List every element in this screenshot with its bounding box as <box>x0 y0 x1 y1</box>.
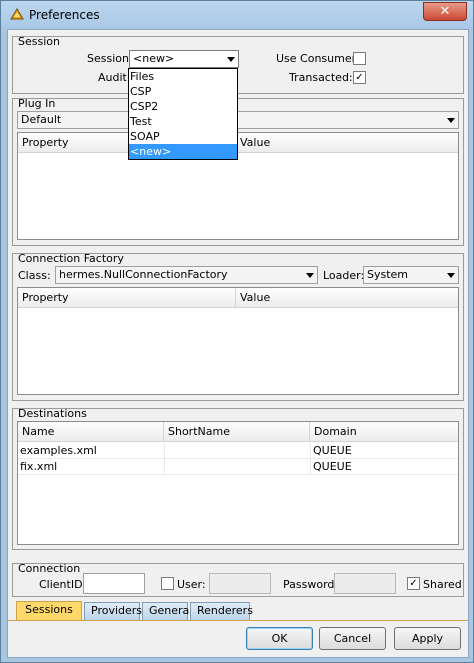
table-header: Name ShortName Domain <box>18 422 458 442</box>
preferences-window: Preferences ✕ Session Session: <new> Use… <box>0 0 474 663</box>
tab-sessions[interactable]: Sessions <box>16 601 82 620</box>
ok-button[interactable]: OK <box>246 627 313 650</box>
session-label: Session: <box>87 52 133 65</box>
dropdown-option[interactable]: Test <box>129 114 237 129</box>
window-title: Preferences <box>29 8 100 22</box>
plugin-combo-value: Default <box>21 113 62 126</box>
session-combo-value: <new> <box>133 52 175 65</box>
app-icon <box>10 8 24 20</box>
transacted-checkbox[interactable]: ✓ <box>353 71 366 84</box>
user-checkbox[interactable] <box>161 577 174 590</box>
plugin-combo[interactable]: Default <box>17 111 459 129</box>
cell-domain: QUEUE <box>310 443 458 459</box>
user-label: User: <box>177 578 206 591</box>
title-bar[interactable]: Preferences ✕ <box>1 1 473 29</box>
dropdown-option[interactable]: CSP2 <box>129 99 237 114</box>
shared-checkbox[interactable]: ✓ <box>407 577 420 590</box>
loader-label: Loader: <box>323 269 365 282</box>
cell-shortname <box>164 459 310 475</box>
check-icon: ✓ <box>355 72 364 83</box>
session-group-label: Session <box>18 35 60 48</box>
connection-group: Connection ClientID: User: Password: ✓ S… <box>12 562 464 597</box>
session-group: Session Session: <new> Use Consumer: Aud… <box>12 35 464 94</box>
table-header: Property Value <box>18 288 458 308</box>
destinations-group-label: Destinations <box>18 407 87 420</box>
class-label: Class: <box>18 269 51 282</box>
column-header-value[interactable]: Value <box>236 288 458 308</box>
loader-combo-value: System <box>367 268 409 281</box>
connection-group-label: Connection <box>18 562 81 575</box>
cell-domain: QUEUE <box>310 459 458 475</box>
cell-name: fix.xml <box>20 460 58 473</box>
password-input[interactable] <box>334 573 396 594</box>
table-row[interactable]: examples.xml QUEUE <box>18 443 458 459</box>
close-button[interactable]: ✕ <box>423 2 467 21</box>
user-input[interactable] <box>209 573 271 594</box>
connection-factory-property-table: Property Value <box>17 287 459 395</box>
session-combo[interactable]: <new> <box>129 50 239 68</box>
transacted-label: Transacted: <box>289 71 353 84</box>
tab-providers[interactable]: Providers <box>84 602 142 620</box>
apply-button[interactable]: Apply <box>394 627 461 650</box>
chevron-down-icon <box>306 273 314 278</box>
table-row[interactable]: fix.xml QUEUE <box>18 459 458 475</box>
loader-combo[interactable]: System <box>363 266 459 284</box>
clientid-label: ClientID: <box>39 578 87 591</box>
class-combo-value: hermes.NullConnectionFactory <box>59 268 228 281</box>
chevron-down-icon <box>447 118 455 123</box>
destinations-group: Destinations Name ShortName Domain examp… <box>12 407 464 550</box>
use-consumer-checkbox[interactable] <box>353 52 366 65</box>
dropdown-option[interactable]: CSP <box>129 84 237 99</box>
dropdown-option[interactable]: Files <box>129 69 237 84</box>
cell-shortname <box>164 443 310 459</box>
connection-factory-group-label: Connection Factory <box>18 252 124 265</box>
check-icon: ✓ <box>409 578 418 589</box>
column-header-value[interactable]: Value <box>236 133 458 153</box>
password-label: Password: <box>283 578 339 591</box>
column-header-property[interactable]: Property <box>18 288 236 308</box>
audit-label: Audit: <box>98 71 131 84</box>
column-header-domain[interactable]: Domain <box>310 422 458 442</box>
close-icon: ✕ <box>439 4 451 19</box>
class-combo[interactable]: hermes.NullConnectionFactory <box>55 266 318 284</box>
column-header-name[interactable]: Name <box>18 422 164 442</box>
dropdown-option[interactable]: SOAP <box>129 129 237 144</box>
cancel-button[interactable]: Cancel <box>319 627 386 650</box>
destinations-table: Name ShortName Domain examples.xml QUEUE… <box>17 421 459 545</box>
tab-strip-divider <box>8 620 468 621</box>
chevron-down-icon <box>227 57 235 62</box>
connection-factory-group: Connection Factory Class: hermes.NullCon… <box>12 252 464 401</box>
clientid-input[interactable] <box>83 573 145 594</box>
use-consumer-label: Use Consumer: <box>276 52 360 65</box>
dialog-body: Session Session: <new> Use Consumer: Aud… <box>7 29 469 658</box>
chevron-down-icon <box>447 273 455 278</box>
cell-name: examples.xml <box>20 444 97 457</box>
table-header: Property Value <box>18 133 458 153</box>
dropdown-option-selected[interactable]: <new> <box>129 144 237 159</box>
session-dropdown-list: Files CSP CSP2 Test SOAP <new> <box>128 68 238 160</box>
plugin-group-label: Plug In <box>18 97 56 110</box>
plugin-property-table: Property Value <box>17 132 459 240</box>
column-header-shortname[interactable]: ShortName <box>164 422 310 442</box>
shared-label: Shared <box>423 578 462 591</box>
tab-general[interactable]: General <box>142 602 192 620</box>
tab-renderers[interactable]: Renderers <box>190 602 253 620</box>
plugin-group: Plug In Default Property Value <box>12 97 464 246</box>
